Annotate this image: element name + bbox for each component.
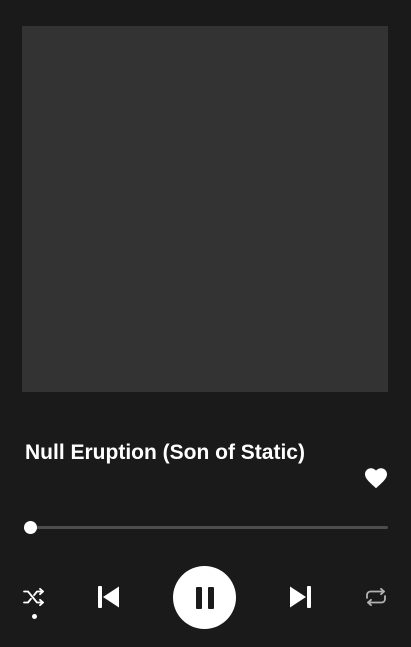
shuffle-button[interactable] — [20, 585, 48, 609]
seek-bar[interactable] — [24, 519, 388, 535]
shuffle-icon — [23, 588, 44, 606]
skip-previous-icon — [98, 586, 119, 608]
seek-thumb[interactable] — [24, 521, 37, 534]
repeat-icon — [366, 588, 386, 606]
play-pause-button[interactable] — [173, 566, 236, 629]
repeat-button[interactable] — [362, 585, 390, 609]
seek-track — [24, 526, 388, 529]
shuffle-active-indicator — [32, 614, 37, 619]
next-button[interactable] — [286, 582, 316, 612]
track-title: Null Eruption (Son of Static) — [25, 441, 305, 464]
album-artwork — [22, 26, 388, 392]
heart-icon — [365, 468, 387, 489]
previous-button[interactable] — [93, 582, 123, 612]
pause-icon — [195, 586, 214, 609]
skip-next-icon — [290, 586, 311, 608]
like-button[interactable] — [363, 466, 389, 490]
